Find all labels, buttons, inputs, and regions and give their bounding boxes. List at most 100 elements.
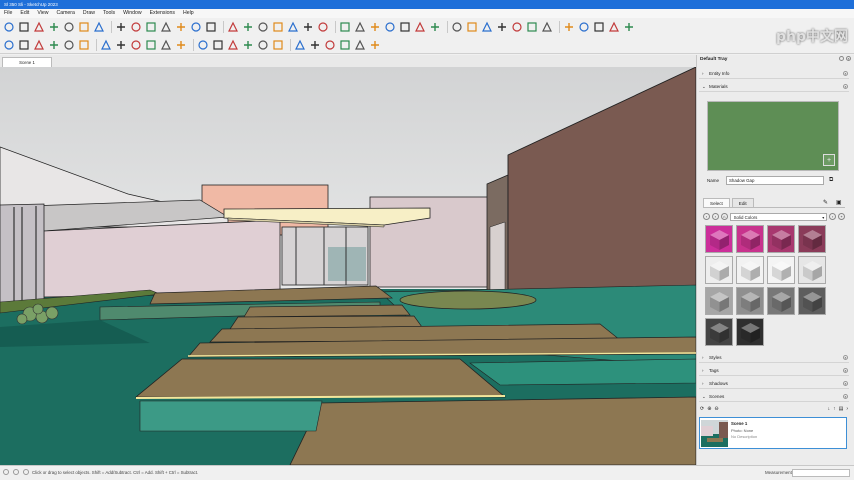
pin-icon[interactable] [839,56,844,61]
close-icon[interactable]: × [843,84,848,89]
styles-panel-header[interactable]: › Styles × [699,352,849,363]
sandbox-icon[interactable] [414,21,426,33]
remove-scene-icon[interactable]: ⊖ [714,406,718,412]
material-swatch[interactable] [705,256,733,284]
material-swatch[interactable] [705,225,733,253]
geo-location-icon[interactable] [3,469,9,475]
line-icon[interactable] [324,39,336,51]
close-icon[interactable]: × [843,394,848,399]
user-icon[interactable] [384,21,396,33]
settings-icon[interactable] [623,21,635,33]
home-icon[interactable]: ⌂ [720,213,728,220]
eyedropper-icon[interactable]: ✎ [823,199,828,206]
eye-icon[interactable] [429,21,441,33]
material-swatch[interactable] [767,256,795,284]
orbit-icon[interactable] [205,21,217,33]
select-icon[interactable] [3,21,15,33]
hidden-line-icon[interactable] [212,39,224,51]
scenes-panel-header[interactable]: ⌄ Scenes × [699,391,849,402]
zoom-icon[interactable] [242,21,254,33]
tags-panel-header[interactable]: › Tags × [699,365,849,376]
wireframe-icon[interactable] [197,39,209,51]
menu-camera[interactable]: Camera [52,9,78,18]
material-swatch[interactable] [736,287,764,315]
scene-list-item[interactable]: Scene 1 Photo: None No Description [699,417,847,449]
tape-icon[interactable] [175,21,187,33]
move-icon[interactable] [115,21,127,33]
material-swatch[interactable] [798,225,826,253]
styles-icon[interactable] [578,21,590,33]
scenes-icon[interactable] [563,21,575,33]
credits-icon[interactable] [13,469,19,475]
move-down-icon[interactable]: ↓ [828,406,831,412]
material-swatch[interactable] [736,225,764,253]
intersect-icon[interactable] [541,21,553,33]
water-drop-icon[interactable] [466,21,478,33]
push-pull-icon[interactable] [93,21,105,33]
front-view-icon[interactable] [115,39,127,51]
material-swatch[interactable] [798,256,826,284]
warehouse-icon[interactable] [593,21,605,33]
zoom-extents-icon[interactable] [257,21,269,33]
shadows-panel-header[interactable]: › Shadows × [699,378,849,389]
extension-icon[interactable] [608,21,620,33]
circle-icon[interactable] [354,39,366,51]
tab-scene-1[interactable]: Scene 1 [2,57,52,67]
view-options-icon[interactable]: ▤ [839,406,844,412]
menu-window[interactable]: Window [119,9,145,18]
details-icon[interactable]: › [829,213,837,220]
menu-help[interactable]: Help [179,9,198,18]
back-view-icon[interactable] [145,39,157,51]
library-select[interactable]: Solid Colors ▾ [729,212,828,221]
refresh-icon[interactable]: ⟳ [700,406,704,412]
folder-icon[interactable] [399,21,411,33]
textured-icon[interactable] [242,39,254,51]
position-camera-icon[interactable] [287,21,299,33]
component-icon[interactable] [33,39,45,51]
iso-view-icon[interactable] [78,39,90,51]
section-plane-icon[interactable] [317,21,329,33]
help-icon[interactable] [294,39,306,51]
model-view[interactable] [0,67,696,465]
material-swatch[interactable] [736,318,764,346]
top-view-icon[interactable] [100,39,112,51]
left-view-icon[interactable] [160,39,172,51]
add-scene-icon[interactable]: ⊕ [707,406,711,412]
pan-icon[interactable] [227,21,239,33]
material-swatch[interactable] [767,225,795,253]
layers-icon[interactable] [481,21,493,33]
menu-extensions[interactable]: Extensions [146,9,179,18]
monochrome-icon[interactable] [257,39,269,51]
text-icon[interactable] [190,21,202,33]
box-icon[interactable] [63,39,75,51]
lock-icon[interactable]: ▣ [836,199,842,206]
solid-tools-icon[interactable] [511,21,523,33]
menu-tools[interactable]: Tools [99,9,119,18]
water-drop-icon[interactable] [451,21,463,33]
material-name-field[interactable]: Shadow Gap [726,176,824,185]
material-swatch[interactable] [736,256,764,284]
3d-viewport[interactable] [0,67,696,465]
new-icon[interactable] [339,21,351,33]
save-icon[interactable] [369,21,381,33]
close-icon[interactable]: × [843,368,848,373]
square-icon[interactable] [339,39,351,51]
eraser-icon[interactable] [33,21,45,33]
right-view-icon[interactable] [130,39,142,51]
no-icon[interactable] [369,39,381,51]
entity-info-panel-header[interactable]: › Entity Info × [699,68,849,79]
arc-icon[interactable] [63,21,75,33]
flip-icon[interactable] [496,21,508,33]
scale-icon[interactable] [145,21,157,33]
close-icon[interactable]: × [846,56,851,61]
material-swatch[interactable] [705,318,733,346]
look-around-icon[interactable] [302,21,314,33]
camera-icon[interactable] [18,39,30,51]
material-swatch[interactable] [705,287,733,315]
rotate-icon[interactable] [130,21,142,33]
close-icon[interactable]: × [843,381,848,386]
close-icon[interactable]: × [843,355,848,360]
shaded-icon[interactable] [227,39,239,51]
xray-icon[interactable] [175,39,187,51]
forward-icon[interactable]: › [711,213,719,220]
